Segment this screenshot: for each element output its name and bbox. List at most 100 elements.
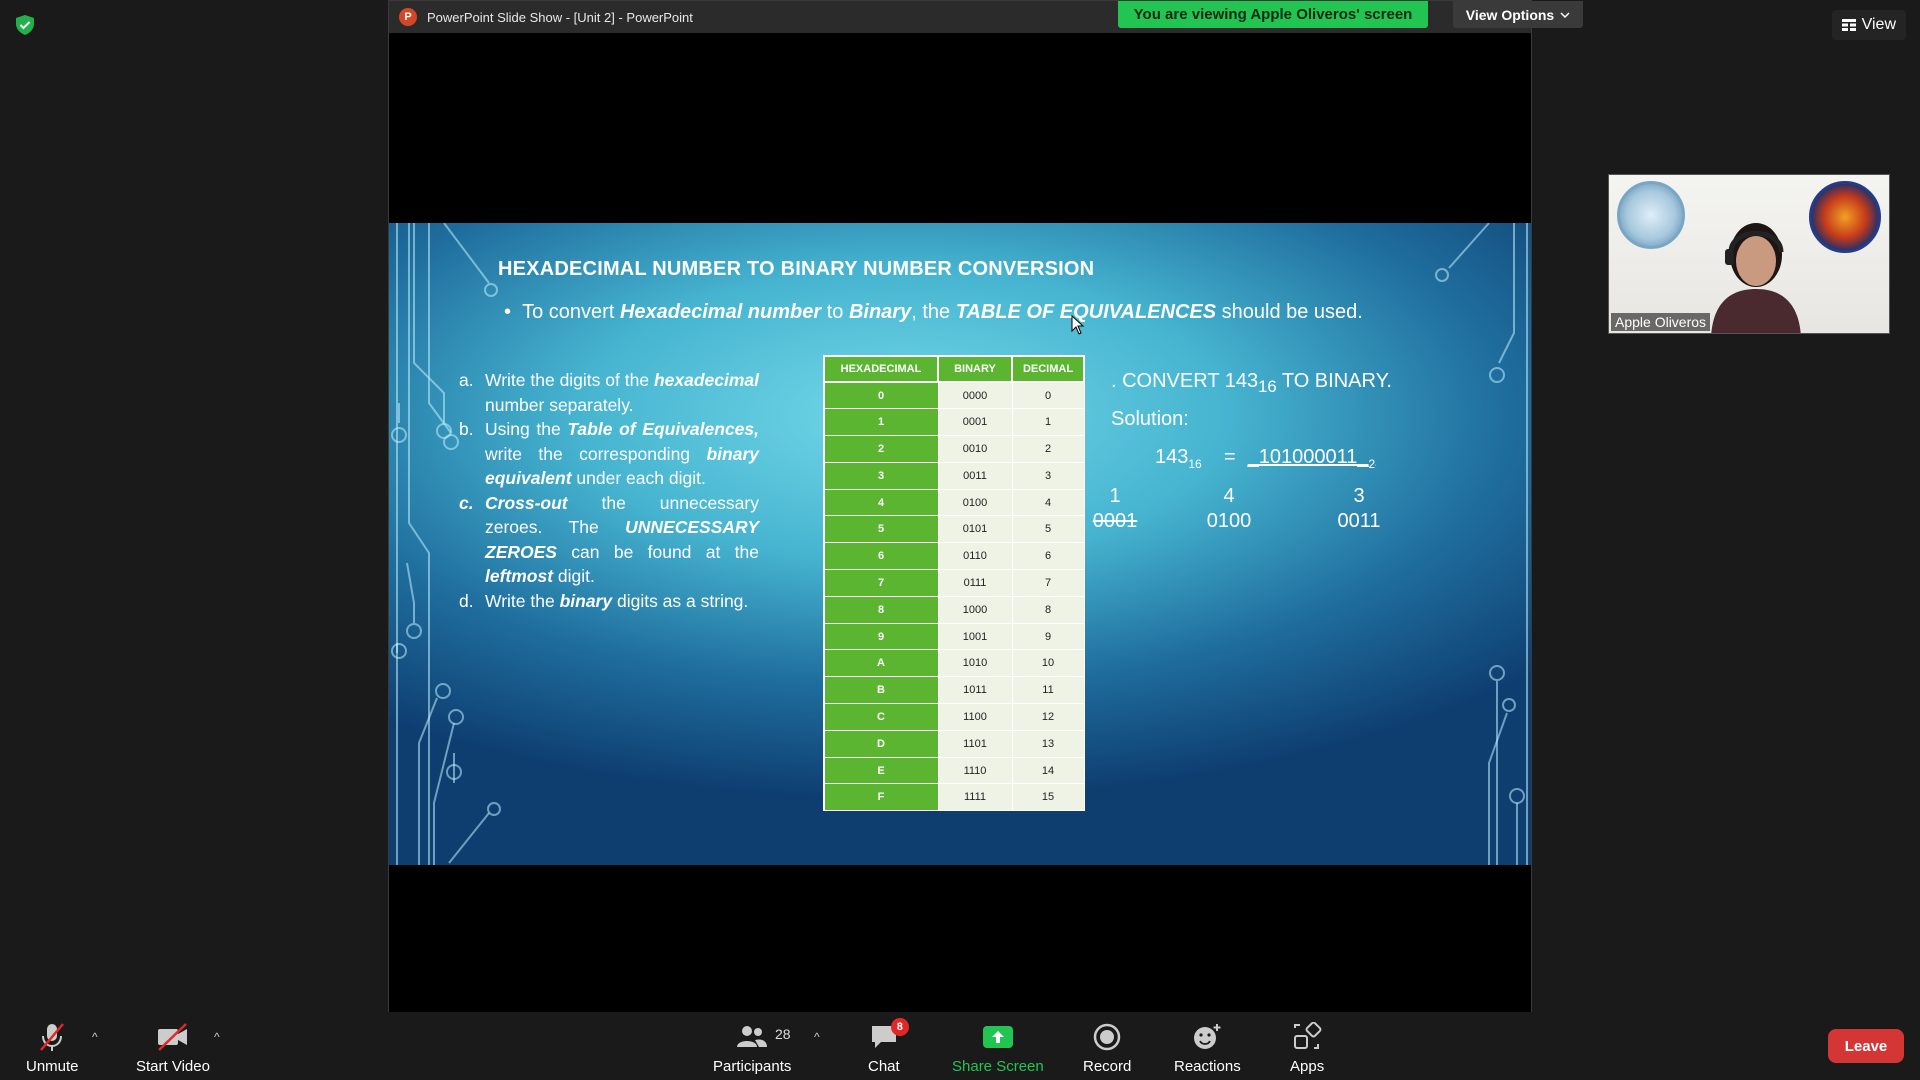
- powerpoint-icon: P: [399, 8, 417, 26]
- chat-label: Chat: [868, 1058, 900, 1075]
- bullet-text: , the: [911, 301, 956, 323]
- hex-cell: C: [823, 703, 939, 731]
- start-video-button[interactable]: Start Video: [136, 1020, 210, 1075]
- table-row: 5 0101 5: [823, 515, 1085, 544]
- table-row: A 1010 10: [823, 649, 1085, 678]
- convert-text: . CONVERT 143: [1111, 370, 1259, 392]
- unmute-button[interactable]: Unmute: [26, 1020, 79, 1075]
- step-text-part: Write the digits of the: [485, 370, 654, 390]
- equation-equals: =: [1223, 446, 1236, 468]
- unmute-label: Unmute: [26, 1058, 79, 1075]
- binary-group: 0011: [1337, 510, 1381, 532]
- record-button[interactable]: Record: [1083, 1020, 1131, 1075]
- reactions-button[interactable]: Reactions: [1174, 1020, 1241, 1075]
- binary-cell: 0110: [937, 542, 1013, 571]
- microphone-muted-icon: [40, 1023, 65, 1051]
- equation-lhs: 143: [1155, 446, 1189, 468]
- binary-cell: 1011: [937, 676, 1013, 705]
- bullet-dot: •: [504, 301, 523, 323]
- table-row: 2 0010 2: [823, 435, 1085, 463]
- apps-button[interactable]: Apps: [1290, 1020, 1324, 1075]
- window-title: PowerPoint Slide Show - [Unit 2] - Power…: [427, 9, 693, 25]
- hex-cell: 9: [823, 622, 939, 651]
- hex-cell: F: [823, 783, 939, 812]
- table-body: 0 0000 0 1 0001 1 2 0010 2 3 0011 3 4 0100 4 5 0101 5 6 011…: [823, 381, 1085, 812]
- hex-cell: B: [823, 676, 939, 705]
- equation-result-subscript: 2: [1368, 457, 1376, 471]
- participants-count: 28: [775, 1026, 791, 1042]
- binary-cell: 0101: [937, 515, 1013, 544]
- table-row: 1 0001 1: [823, 408, 1085, 437]
- share-screen-button[interactable]: Share Screen: [952, 1020, 1044, 1075]
- leave-button[interactable]: Leave: [1828, 1029, 1904, 1063]
- participant-video-tile[interactable]: Apple Oliveros: [1608, 174, 1890, 334]
- security-shield-icon[interactable]: [14, 14, 36, 36]
- hex-cell: 7: [823, 569, 939, 597]
- step-item: a. Write the digits of the hexadecimal n…: [459, 368, 759, 417]
- hex-cell: 3: [823, 461, 939, 490]
- table-row: 4 0100 4: [823, 488, 1085, 517]
- hex-cell: D: [823, 729, 939, 758]
- step-marker: a.: [459, 370, 474, 390]
- shared-screen: P PowerPoint Slide Show - [Unit 2] - Pow…: [388, 0, 1583, 1014]
- mouse-cursor-icon: [1071, 315, 1085, 335]
- start-video-label: Start Video: [136, 1058, 210, 1075]
- solution-label: Solution:: [1111, 408, 1189, 430]
- participants-options-caret-icon[interactable]: ^: [814, 1030, 820, 1044]
- chat-unread-badge: 8: [890, 1018, 909, 1036]
- decimal-cell: 14: [1011, 756, 1085, 785]
- bullet-text: to: [821, 301, 849, 323]
- convert-text: TO BINARY.: [1276, 370, 1392, 392]
- chevron-down-icon: [1560, 11, 1570, 18]
- participant-video-feed: [1711, 223, 1801, 333]
- audio-options-caret-icon[interactable]: ^: [92, 1030, 98, 1044]
- table-row: 0 0000 0: [823, 381, 1085, 410]
- column-header: HEXADECIMAL: [823, 355, 939, 383]
- step-text: Cross-out the unnecessary zeroes. The UN…: [485, 491, 759, 589]
- view-options-button[interactable]: View Options: [1453, 1, 1583, 28]
- view-layout-button[interactable]: View: [1831, 10, 1906, 40]
- convert-subscript: 16: [1258, 377, 1277, 396]
- view-label: View: [1861, 16, 1896, 33]
- decimal-cell: 2: [1011, 435, 1085, 463]
- decimal-cell: 11: [1011, 676, 1085, 705]
- decimal-cell: 3: [1011, 461, 1085, 490]
- bullet-emphasis: Hexadecimal number: [619, 301, 822, 323]
- apps-icon: [1294, 1022, 1322, 1049]
- decimal-cell: 8: [1011, 595, 1085, 624]
- participants-label: Participants: [713, 1058, 792, 1075]
- step-text-part: number separately.: [485, 394, 634, 415]
- step-marker: d.: [459, 590, 474, 611]
- step-emphasis: hexadecimal: [653, 370, 759, 390]
- grid-view-icon: [1841, 19, 1856, 31]
- bullet-text: should be used.: [1216, 301, 1363, 323]
- chat-button[interactable]: 8 Chat: [868, 1018, 909, 1075]
- decimal-cell: 15: [1011, 783, 1085, 812]
- decimal-cell: 9: [1011, 622, 1085, 651]
- binary-cell: 0010: [937, 435, 1013, 463]
- step-emphasis: Cross-out: [485, 492, 568, 513]
- video-options-caret-icon[interactable]: ^: [214, 1030, 220, 1044]
- share-screen-icon: [982, 1026, 1013, 1048]
- equation-result: _101000011_2: [1248, 446, 1376, 471]
- binary-cell: 0001: [937, 408, 1013, 437]
- binary-cell: 1111: [937, 783, 1013, 812]
- hex-cell: E: [823, 756, 939, 785]
- step-emphasis: binary: [559, 590, 613, 611]
- slide-title: HEXADECIMAL NUMBER TO BINARY NUMBER CONV…: [498, 258, 1095, 280]
- binary-cell: 1000: [937, 595, 1013, 624]
- participants-button[interactable]: 28 Participants: [713, 1020, 791, 1075]
- step-text-part: Write the: [485, 590, 560, 611]
- hex-cell: 4: [823, 488, 939, 517]
- school-logo-left: [1617, 181, 1685, 249]
- table-row: F 1111 15: [823, 783, 1085, 812]
- step-item: c. Cross-out the unnecessary zeroes. The…: [459, 491, 759, 589]
- binary-cell: 1101: [937, 729, 1013, 758]
- binary-cell: 0100: [937, 488, 1013, 517]
- binary-group-crossed: 0001: [1092, 510, 1138, 532]
- binary-cell: 0000: [937, 381, 1013, 410]
- hex-cell: 1: [823, 408, 939, 437]
- step-text: Using the Table of Equivalences, write t…: [485, 417, 759, 491]
- participants-icon: [737, 1026, 768, 1047]
- table-row: 6 0110 6: [823, 542, 1085, 571]
